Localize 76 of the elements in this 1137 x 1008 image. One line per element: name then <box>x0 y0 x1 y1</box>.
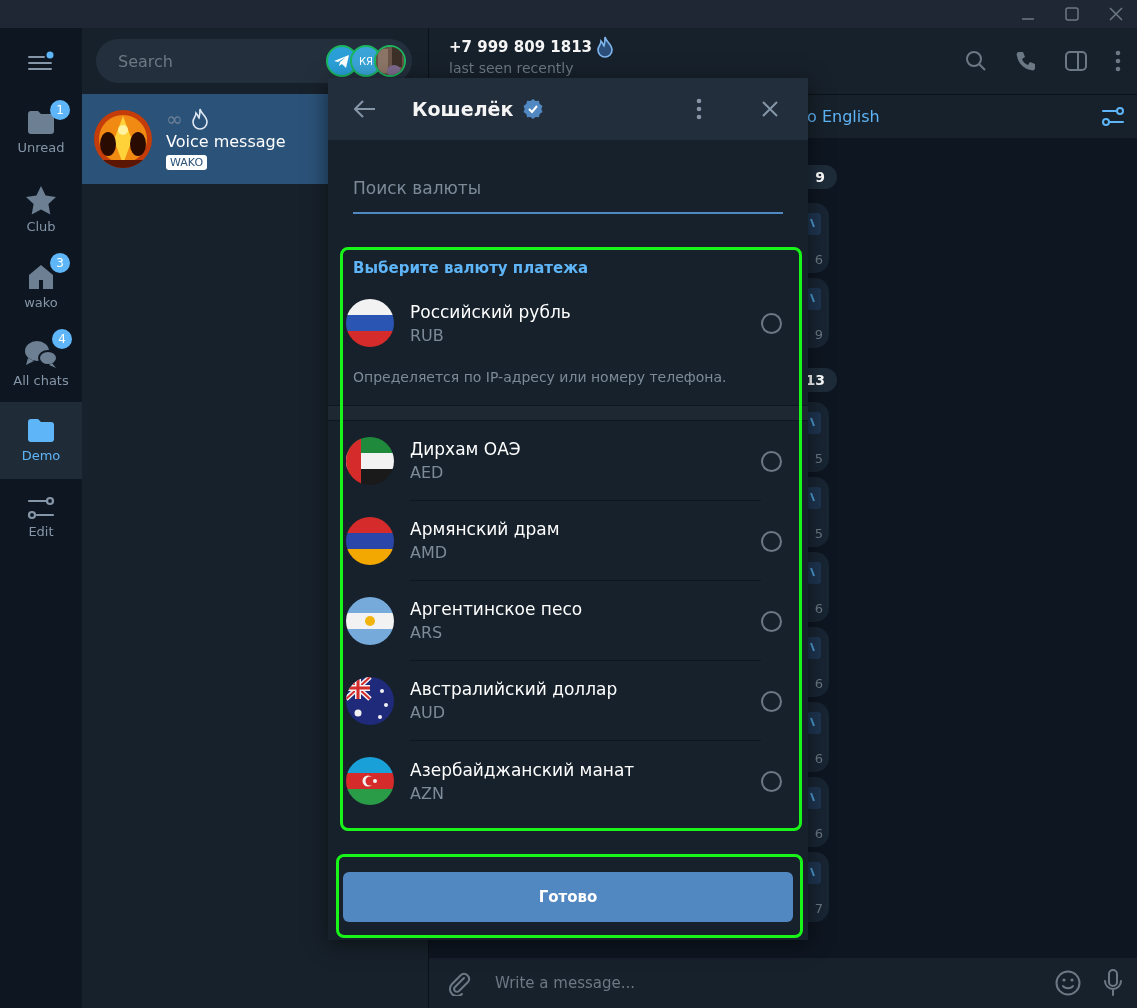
more-icon[interactable] <box>696 98 702 120</box>
currency-code: AZN <box>410 783 445 803</box>
folder-tab[interactable]: 3 wako <box>0 248 82 325</box>
currency-name: Дирхам ОАЭ <box>410 439 522 459</box>
close-icon[interactable] <box>1109 7 1123 21</box>
folder-tab[interactable]: Club <box>0 171 82 248</box>
unread-badge: 3 <box>50 253 70 273</box>
radio-button[interactable] <box>761 690 782 712</box>
sliders-icon <box>27 496 55 520</box>
maximize-icon[interactable] <box>1065 7 1079 21</box>
currency-code: AUD <box>410 703 446 722</box>
message-time: 9 <box>814 327 823 342</box>
star-icon <box>25 185 57 215</box>
unread-badge: 1 <box>50 100 70 120</box>
currency-code: AED <box>410 463 445 482</box>
menu-icon[interactable] <box>28 51 54 71</box>
radio-button[interactable] <box>761 610 782 632</box>
search-icon[interactable] <box>965 50 987 72</box>
last-seen-status: last seen recently <box>449 60 575 76</box>
currency-search-field[interactable]: Поиск валюты <box>353 170 783 214</box>
folder-icon <box>26 110 56 136</box>
radio-button[interactable] <box>761 770 782 792</box>
currency-name: Российский рубль <box>410 301 572 322</box>
currency-name: Азербайджанский манат <box>410 759 636 780</box>
flag-icon <box>346 437 394 485</box>
flag-icon <box>346 677 394 725</box>
filter-icon[interactable] <box>1101 105 1125 128</box>
message-time: 5 <box>814 526 823 541</box>
currency-name: Аргентинское песо <box>410 599 584 619</box>
house-icon <box>26 263 56 291</box>
message-time: 7 <box>814 901 823 916</box>
flag-icon <box>346 597 394 645</box>
chat-bubbles-icon <box>24 339 58 369</box>
translate-link[interactable]: o English <box>807 107 880 126</box>
smiley-icon[interactable] <box>1055 970 1081 996</box>
section-title: Выберите валюту платежа <box>352 259 590 279</box>
radio-button[interactable] <box>761 450 782 472</box>
close-icon[interactable] <box>762 101 778 117</box>
message-time: 6 <box>814 601 823 616</box>
message-time: 6 <box>814 252 823 267</box>
folder-tab[interactable]: 4 All chats <box>0 325 82 402</box>
currency-code: ARS <box>410 623 444 642</box>
flame-icon <box>190 108 209 130</box>
flag-icon <box>346 517 394 565</box>
folder-tab[interactable]: Demo <box>0 402 82 479</box>
currency-name: Австралийский доллар <box>410 679 619 699</box>
more-icon[interactable] <box>1115 50 1121 72</box>
microphone-icon[interactable] <box>1103 969 1123 997</box>
hint-text: Определяется по IP-адресу или номеру телефона. <box>352 368 728 387</box>
folder-tab[interactable]: 1 Unread <box>0 94 82 171</box>
flag-icon <box>346 299 394 347</box>
verified-badge-icon <box>523 99 544 119</box>
sidebar-icon[interactable] <box>1065 50 1087 72</box>
folder-tab[interactable]: Edit <box>0 479 82 556</box>
back-arrow-icon[interactable] <box>354 100 376 118</box>
unread-badge: 4 <box>52 329 72 349</box>
folder-icon <box>26 418 56 444</box>
chat-title: +7 999 809 1813 <box>449 38 593 56</box>
flag-icon <box>346 757 394 805</box>
search-input[interactable]: Search <box>116 50 320 72</box>
flame-icon <box>596 36 615 58</box>
radio-button[interactable] <box>761 312 782 334</box>
phone-icon[interactable] <box>1015 50 1037 72</box>
message-time: 6 <box>814 676 823 691</box>
chat-tag: WAKO <box>166 155 208 170</box>
paperclip-icon[interactable] <box>447 970 471 996</box>
message-time: 6 <box>814 751 823 766</box>
infinity-sign: ∞ <box>166 108 183 130</box>
currency-code: RUB <box>410 325 445 345</box>
message-time: 6 <box>814 826 823 841</box>
currency-name: Армянский драм <box>410 519 561 539</box>
message-time: 5 <box>814 451 823 466</box>
radio-button[interactable] <box>761 530 782 552</box>
done-button[interactable]: Готово <box>343 872 793 922</box>
message-preview: Voice message <box>166 132 286 151</box>
currency-code: AMD <box>410 543 449 562</box>
